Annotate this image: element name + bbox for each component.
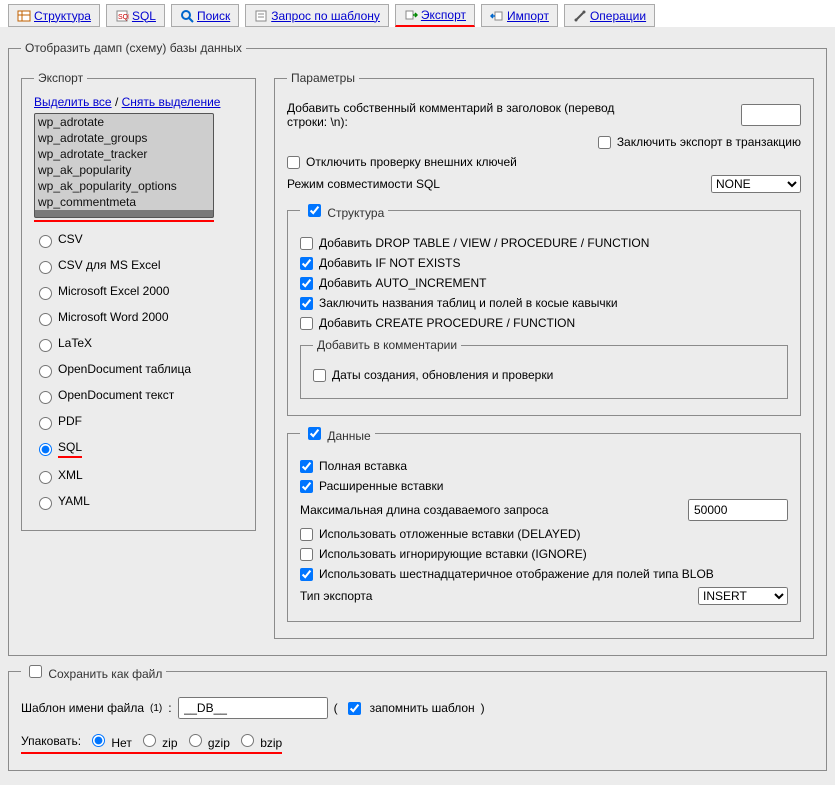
tab-import[interactable]: Импорт [481,4,558,27]
dates-checkbox[interactable] [313,369,326,382]
separator: / [115,95,118,109]
top-tabs: Структура SQL SQL Поиск Запрос по шаблон… [0,0,835,27]
sql-icon: SQL [115,9,129,23]
table-option: wp_adrotate [35,114,213,130]
table-option: wp_adrotate_groups [35,130,213,146]
data-fieldset: Данные Полная вставка Расширенные вставк… [287,424,801,622]
deselect-link[interactable]: Снять выделение [122,95,221,109]
maxlen-label: Максимальная длина создаваемого запроса [300,503,548,517]
template-sup: (1) [150,703,162,714]
wrap-transaction-checkbox[interactable] [598,136,611,149]
table-option: wp_ak_popularity [35,162,213,178]
ifnotexists-checkbox[interactable] [300,257,313,270]
svg-text:SQL: SQL [118,14,129,21]
tab-label: Поиск [197,9,230,23]
extended-insert-checkbox[interactable] [300,480,313,493]
format-list: CSV CSV для MS Excel Microsoft Excel 200… [34,232,243,510]
createproc-checkbox[interactable] [300,317,313,330]
format-yaml[interactable]: YAML [34,494,243,510]
export-fieldset: Экспорт Выделить все / Снять выделение w… [21,71,256,531]
format-word2000[interactable]: Microsoft Word 2000 [34,310,243,326]
autoinc-checkbox[interactable] [300,277,313,290]
tab-label: SQL [132,9,156,23]
table-option: wp_ak_popularity_options [35,178,213,194]
wrap-transaction-label: Заключить экспорт в транзакцию [617,135,801,149]
tab-sql[interactable]: SQL SQL [106,4,165,27]
compat-label: Режим совместимости SQL [287,177,440,191]
comments-legend: Добавить в комментарии [313,338,461,352]
structure-fieldset: Структура Добавить DROP TABLE / VIEW / P… [287,201,801,416]
tab-label: Экспорт [421,8,466,22]
tab-label: Импорт [507,9,549,23]
format-latex[interactable]: LaTeX [34,336,243,352]
maxlen-input[interactable] [688,499,788,521]
comments-fieldset: Добавить в комментарии Даты создания, об… [300,338,788,399]
tab-operations[interactable]: Операции [564,4,655,27]
select-links: Выделить все / Снять выделение [34,95,243,109]
filename-template-input[interactable] [178,697,328,719]
compat-select[interactable]: NONE [711,175,801,193]
import-icon [490,9,504,23]
pack-bzip[interactable]: bzip [236,731,282,750]
template-label: Шаблон имени файла [21,701,144,715]
delayed-checkbox[interactable] [300,528,313,541]
table-option: wp_adrotate_tracker [35,146,213,162]
format-odt-table[interactable]: OpenDocument таблица [34,362,243,378]
pack-none[interactable]: Нет [87,731,132,750]
tab-label: Запрос по шаблону [271,9,380,23]
header-comment-input[interactable] [741,104,801,126]
dump-legend: Отобразить дамп (схему) базы данных [21,41,246,55]
format-pdf[interactable]: PDF [34,414,243,430]
pack-label: Упаковать: [21,734,81,748]
save-legend: Сохранить как файл [21,662,166,681]
structure-toggle[interactable] [308,204,321,217]
export-icon [404,8,418,22]
export-type-label: Тип экспорта [300,589,372,603]
ignore-checkbox[interactable] [300,548,313,561]
header-comment-label: Добавить собственный комментарий в загол… [287,101,647,129]
tab-search[interactable]: Поиск [171,4,239,27]
tab-template-query[interactable]: Запрос по шаблону [245,4,389,27]
tab-label: Операции [590,9,646,23]
export-type-select[interactable]: INSERT [698,587,788,605]
remember-label: запомнить шаблон [370,701,475,715]
format-odt-text[interactable]: OpenDocument текст [34,388,243,404]
hexblob-checkbox[interactable] [300,568,313,581]
template-icon [254,9,268,23]
tab-label: Структура [34,9,91,23]
search-icon [180,9,194,23]
dump-fieldset: Отобразить дамп (схему) базы данных Эксп… [8,41,827,656]
disable-fk-label: Отключить проверку внешних ключей [306,155,517,169]
format-xml[interactable]: XML [34,468,243,484]
data-toggle[interactable] [308,427,321,440]
table-option: wp_commentmeta [35,194,213,210]
full-insert-checkbox[interactable] [300,460,313,473]
structure-legend: Структура [300,201,388,220]
save-fieldset: Сохранить как файл Шаблон имени файла (1… [8,662,827,771]
remember-template-checkbox[interactable] [348,702,361,715]
close-paren: ) [481,701,485,715]
format-sql[interactable]: SQL [34,440,243,458]
backquotes-checkbox[interactable] [300,297,313,310]
tab-structure[interactable]: Структура [8,4,100,27]
table-list[interactable]: wp_adrotate wp_adrotate_groups wp_adrota… [34,113,214,218]
tools-icon [573,9,587,23]
data-legend: Данные [300,424,375,443]
save-as-file-checkbox[interactable] [29,665,42,678]
format-csv[interactable]: CSV [34,232,243,248]
tab-export[interactable]: Экспорт [395,4,475,27]
format-csv-excel[interactable]: CSV для MS Excel [34,258,243,274]
drop-checkbox[interactable] [300,237,313,250]
pack-gzip[interactable]: gzip [184,731,230,750]
select-all-link[interactable]: Выделить все [34,95,112,109]
export-legend: Экспорт [34,71,87,85]
table-icon [17,9,31,23]
pack-zip[interactable]: zip [138,731,178,750]
open-paren: ( [334,701,338,715]
format-excel2000[interactable]: Microsoft Excel 2000 [34,284,243,300]
params-fieldset: Параметры Добавить собственный комментар… [274,71,814,639]
disable-fk-checkbox[interactable] [287,156,300,169]
params-legend: Параметры [287,71,359,85]
